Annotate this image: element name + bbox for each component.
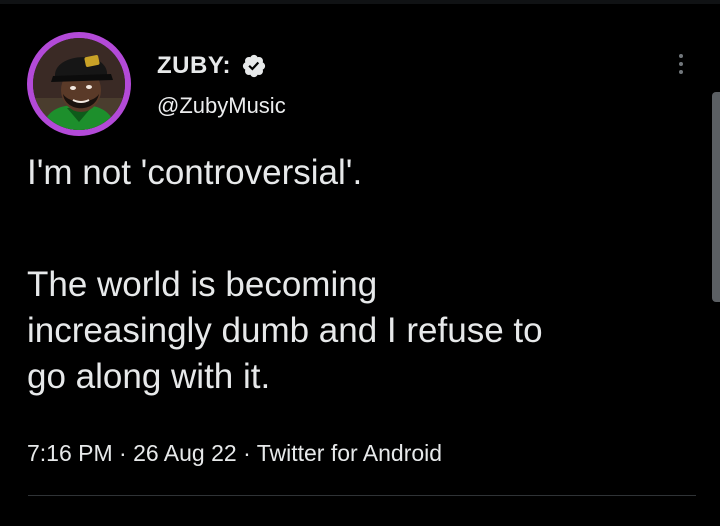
ellipsis-dot (679, 70, 683, 74)
tweet-text-paragraph-1: I'm not 'controversial'. (27, 153, 363, 192)
author-name-row[interactable]: ZUBY: (157, 50, 267, 82)
bottom-divider (28, 495, 696, 496)
verified-badge-icon (241, 53, 267, 79)
avatar[interactable] (27, 32, 131, 136)
author-display-name[interactable]: ZUBY: (157, 52, 231, 80)
vertical-ellipsis-icon (679, 54, 683, 58)
avatar-photo (33, 38, 125, 130)
scrollbar[interactable] (712, 92, 720, 302)
tweet: ZUBY: @ZubyMusic I'm not 'controversial'… (0, 0, 720, 526)
tweet-meta[interactable]: 7:16 PM · 26 Aug 22 · Twitter for Androi… (27, 440, 442, 467)
author-handle[interactable]: @ZubyMusic (157, 93, 286, 119)
ellipsis-dot (679, 62, 683, 66)
tweet-text-paragraph-2: The world is becoming increasingly dumb … (27, 265, 543, 396)
more-options-button[interactable] (668, 46, 694, 82)
